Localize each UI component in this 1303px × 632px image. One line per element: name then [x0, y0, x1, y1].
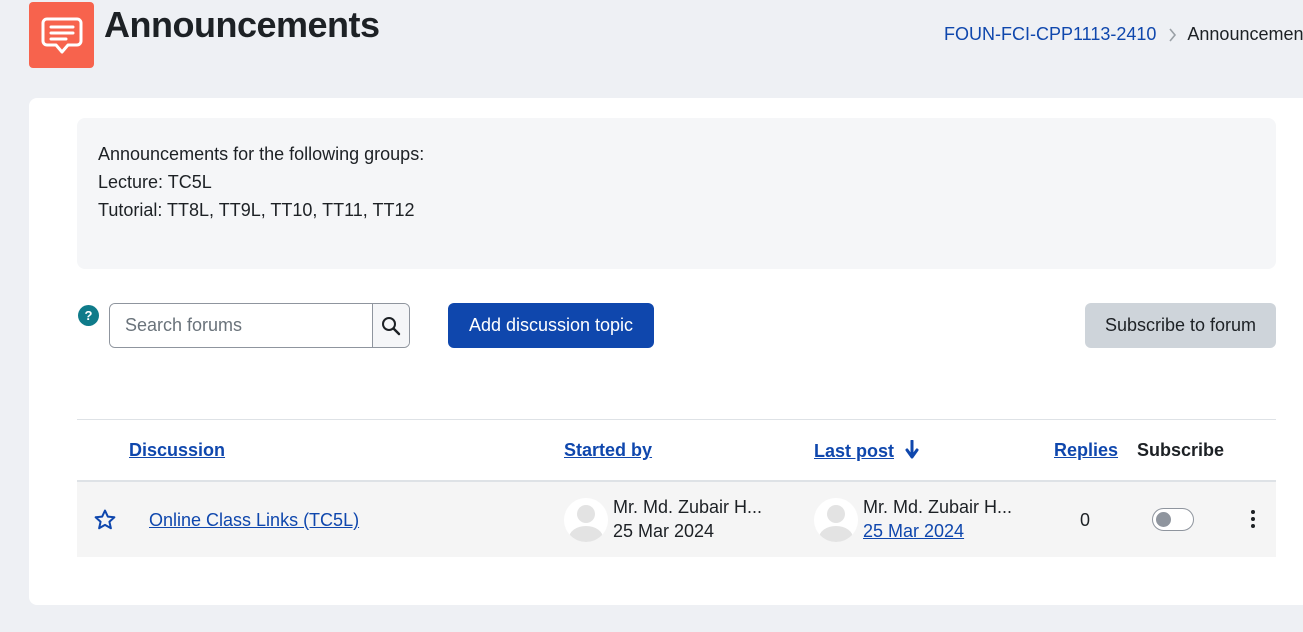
- replies-count: 0: [1080, 510, 1091, 530]
- search-forums: [109, 303, 410, 348]
- started-by-name: Mr. Md. Zubair H...: [613, 497, 763, 517]
- forum-intro: Announcements for the following groups: …: [77, 118, 1276, 269]
- avatar[interactable]: [564, 498, 608, 542]
- subscribe-toggle[interactable]: [1152, 508, 1194, 531]
- last-post-cell: Mr. Md. Zubair H... 25 Mar 2024: [814, 495, 1012, 543]
- breadcrumb-course-link[interactable]: FOUN-FCI-CPP1113-2410: [944, 24, 1156, 45]
- intro-line: Tutorial: TT8L, TT9L, TT10, TT11, TT12: [98, 200, 415, 220]
- sort-started-by-header[interactable]: Started by: [564, 440, 652, 461]
- add-discussion-topic-button[interactable]: Add discussion topic: [448, 303, 654, 348]
- subscribe-header: Subscribe: [1137, 440, 1225, 460]
- started-date: 25 Mar 2024: [613, 521, 715, 541]
- avatar[interactable]: [814, 498, 858, 542]
- last-post-name: Mr. Md. Zubair H...: [863, 497, 1013, 517]
- last-post-header-link[interactable]: Last post: [814, 441, 894, 461]
- more-actions-icon[interactable]: [1249, 510, 1257, 528]
- breadcrumb: FOUN-FCI-CPP1113-2410 Announcements: [944, 24, 1303, 45]
- sort-last-post-header[interactable]: Last post: [814, 439, 919, 462]
- search-input[interactable]: [110, 304, 372, 347]
- subscribe-forum-button[interactable]: Subscribe to forum: [1085, 303, 1276, 348]
- table-header: Discussion Started by Last post Replies …: [77, 419, 1276, 482]
- help-icon[interactable]: ?: [78, 305, 99, 326]
- discussion-table: Discussion Started by Last post Replies …: [77, 419, 1276, 557]
- arrow-down-icon: [905, 439, 919, 459]
- page-title: Announcements: [104, 4, 380, 45]
- announcement-icon: [29, 2, 94, 68]
- last-post-date-link[interactable]: 25 Mar 2024: [863, 521, 964, 541]
- search-icon: [382, 316, 401, 335]
- star-icon[interactable]: [93, 508, 117, 537]
- discussion-link[interactable]: Online Class Links (TC5L): [149, 510, 359, 531]
- sort-discussion-header[interactable]: Discussion: [129, 440, 225, 461]
- search-button[interactable]: [372, 304, 409, 347]
- sort-replies-header[interactable]: Replies: [1054, 440, 1118, 461]
- table-row: Online Class Links (TC5L) Mr. Md. Zubair…: [77, 482, 1276, 557]
- intro-line: Lecture: TC5L: [98, 172, 212, 192]
- intro-line: Announcements for the following groups:: [98, 144, 425, 164]
- breadcrumb-current: Announcements: [1187, 24, 1303, 44]
- chevron-right-icon: [1168, 27, 1177, 42]
- main-card: Announcements for the following groups: …: [29, 98, 1303, 605]
- started-by-cell: Mr. Md. Zubair H... 25 Mar 2024: [564, 495, 762, 543]
